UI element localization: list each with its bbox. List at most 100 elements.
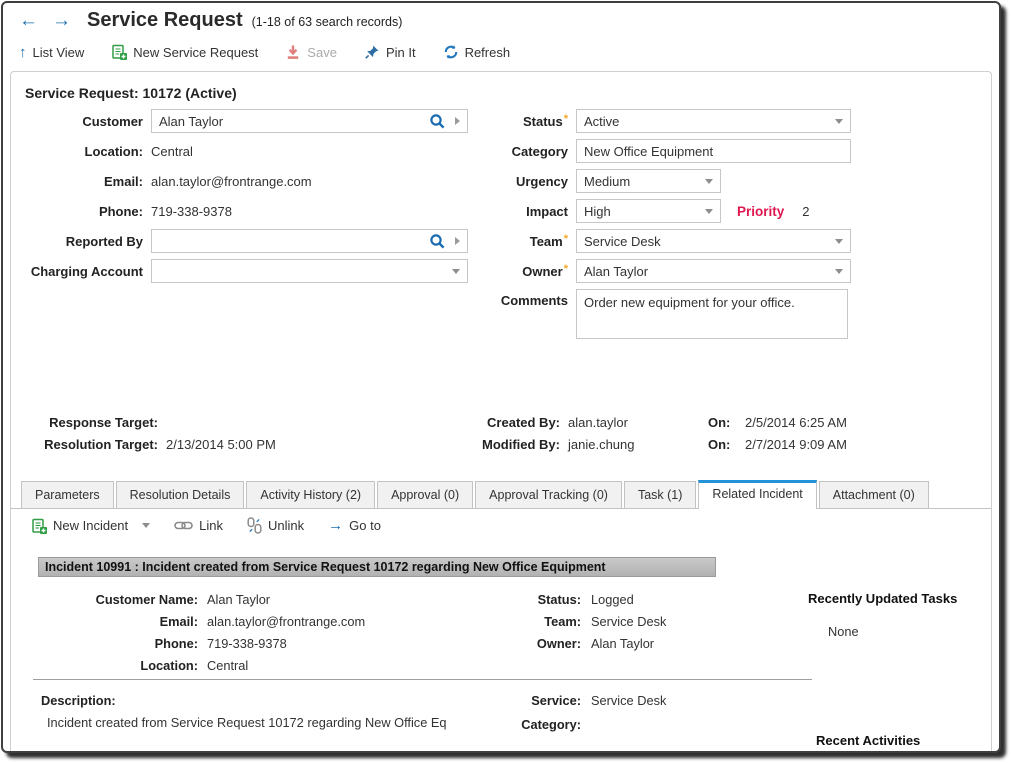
tab-approval-tracking[interactable]: Approval Tracking (0)	[475, 481, 622, 508]
category-input[interactable]: New Office Equipment	[576, 139, 851, 163]
lookup-expand-icon[interactable]	[455, 237, 460, 245]
link-button[interactable]: Link	[174, 518, 223, 533]
search-icon[interactable]	[429, 113, 446, 130]
chevron-down-icon[interactable]	[705, 179, 713, 184]
refresh-button[interactable]: Refresh	[443, 44, 511, 60]
priority-value: 2	[802, 204, 809, 219]
new-service-request-button[interactable]: New Service Request	[111, 44, 258, 60]
phone-label: Phone:	[21, 204, 143, 219]
chevron-down-icon[interactable]	[142, 523, 150, 528]
new-incident-label: New Incident	[53, 518, 128, 533]
chevron-down-icon[interactable]	[835, 239, 843, 244]
recently-updated-tasks-empty: None	[828, 624, 859, 639]
form-area: Customer Alan Taylor Location: Central	[11, 109, 991, 349]
incident-owner-value: Alan Taylor	[591, 636, 654, 651]
location-value: Central	[151, 144, 193, 159]
modified-by-value: janie.chung	[568, 437, 635, 452]
team-label: Team*	[483, 234, 568, 249]
created-on-value: 2/5/2014 6:25 AM	[745, 415, 847, 430]
go-to-label: Go to	[349, 518, 381, 533]
customer-value: Alan Taylor	[159, 114, 223, 129]
comments-textarea[interactable]: Order new equipment for your office.	[576, 289, 848, 339]
chevron-down-icon[interactable]	[835, 269, 843, 274]
impact-dropdown[interactable]: High	[576, 199, 721, 223]
record-title: Service Request: 10172 (Active)	[25, 85, 991, 101]
chevron-down-icon[interactable]	[452, 269, 460, 274]
new-incident-button[interactable]: New Incident	[31, 518, 150, 534]
incident-phone-value: 719-338-9378	[207, 636, 287, 651]
back-arrow-icon[interactable]: ←	[19, 11, 38, 30]
unlink-button[interactable]: Unlink	[247, 517, 304, 534]
customer-label: Customer	[21, 114, 143, 129]
charging-account-dropdown[interactable]	[151, 259, 468, 283]
tab-activity-history[interactable]: Activity History (2)	[246, 481, 375, 508]
save-label: Save	[307, 45, 337, 60]
urgency-value: Medium	[584, 174, 630, 189]
tab-resolution-details[interactable]: Resolution Details	[116, 481, 245, 508]
service-request-window: ← → Service Request (1-18 of 63 search r…	[1, 1, 1001, 753]
customer-input[interactable]: Alan Taylor	[151, 109, 468, 133]
pushpin-icon	[364, 44, 380, 60]
tab-approval[interactable]: Approval (0)	[377, 481, 473, 508]
status-dropdown[interactable]: Active	[576, 109, 851, 133]
tab-task[interactable]: Task (1)	[624, 481, 696, 508]
owner-dropdown[interactable]: Alan Taylor	[576, 259, 851, 283]
incident-customer-name-value: Alan Taylor	[207, 592, 270, 607]
chevron-down-icon[interactable]	[705, 209, 713, 214]
tab-attachment[interactable]: Attachment (0)	[819, 481, 929, 508]
charging-account-label: Charging Account	[21, 264, 143, 279]
owner-value: Alan Taylor	[584, 264, 648, 279]
email-label: Email:	[21, 174, 143, 189]
incident-service-value: Service Desk	[591, 693, 666, 708]
incident-description-value: Incident created from Service Request 10…	[47, 715, 447, 730]
priority-label: Priority	[737, 204, 784, 219]
reported-by-input[interactable]	[151, 229, 468, 253]
incident-customer-name-label: Customer Name:	[38, 592, 198, 607]
save-icon	[285, 44, 301, 60]
phone-value: 719-338-9378	[151, 204, 232, 219]
list-view-button[interactable]: ↑ List View	[19, 45, 84, 60]
email-value: alan.taylor@frontrange.com	[151, 174, 312, 189]
related-incident-tab-content: New Incident Link Unlink	[11, 509, 991, 751]
resolution-target-value: 2/13/2014 5:00 PM	[166, 437, 276, 452]
unlink-label: Unlink	[268, 518, 304, 533]
incident-owner-label: Owner:	[463, 636, 581, 651]
recently-updated-tasks-title: Recently Updated Tasks	[808, 591, 957, 606]
tab-bar: Parameters Resolution Details Activity H…	[11, 480, 991, 509]
category-label: Category	[483, 144, 568, 159]
chevron-down-icon[interactable]	[835, 119, 843, 124]
comments-label: Comments	[483, 289, 568, 308]
urgency-dropdown[interactable]: Medium	[576, 169, 721, 193]
page-title: Service Request	[87, 9, 243, 32]
pin-it-button[interactable]: Pin It	[364, 44, 416, 60]
created-by-value: alan.taylor	[568, 415, 628, 430]
form-right-column: Status* Active Category New Office Equip…	[483, 109, 851, 345]
required-marker: *	[564, 233, 568, 245]
location-label: Location:	[21, 144, 143, 159]
incident-category-label: Category:	[463, 717, 581, 732]
resolution-target-label: Resolution Target:	[21, 437, 158, 452]
new-document-icon	[111, 44, 127, 60]
search-icon[interactable]	[429, 233, 446, 250]
created-by-label: Created By:	[461, 415, 560, 430]
owner-label: Owner*	[483, 264, 568, 279]
required-marker: *	[564, 113, 568, 125]
forward-arrow-icon[interactable]: →	[52, 11, 71, 30]
up-arrow-icon: ↑	[19, 45, 27, 60]
save-button[interactable]: Save	[285, 44, 337, 60]
team-dropdown[interactable]: Service Desk	[576, 229, 851, 253]
lookup-expand-icon[interactable]	[455, 117, 460, 125]
go-to-button[interactable]: → Go to	[328, 518, 381, 533]
tab-parameters[interactable]: Parameters	[21, 481, 114, 508]
search-records-count: (1-18 of 63 search records)	[252, 15, 403, 29]
incident-service-label: Service:	[463, 693, 581, 708]
reported-by-label: Reported By	[21, 234, 143, 249]
incident-header-bar[interactable]: Incident 10991 : Incident created from S…	[38, 557, 716, 577]
response-target-label: Response Target:	[21, 415, 158, 430]
tab-related-incident[interactable]: Related Incident	[698, 480, 816, 509]
link-label: Link	[199, 518, 223, 533]
refresh-label: Refresh	[465, 45, 511, 60]
refresh-icon	[443, 44, 459, 60]
status-label: Status*	[483, 114, 568, 129]
created-on-label: On:	[708, 415, 730, 430]
